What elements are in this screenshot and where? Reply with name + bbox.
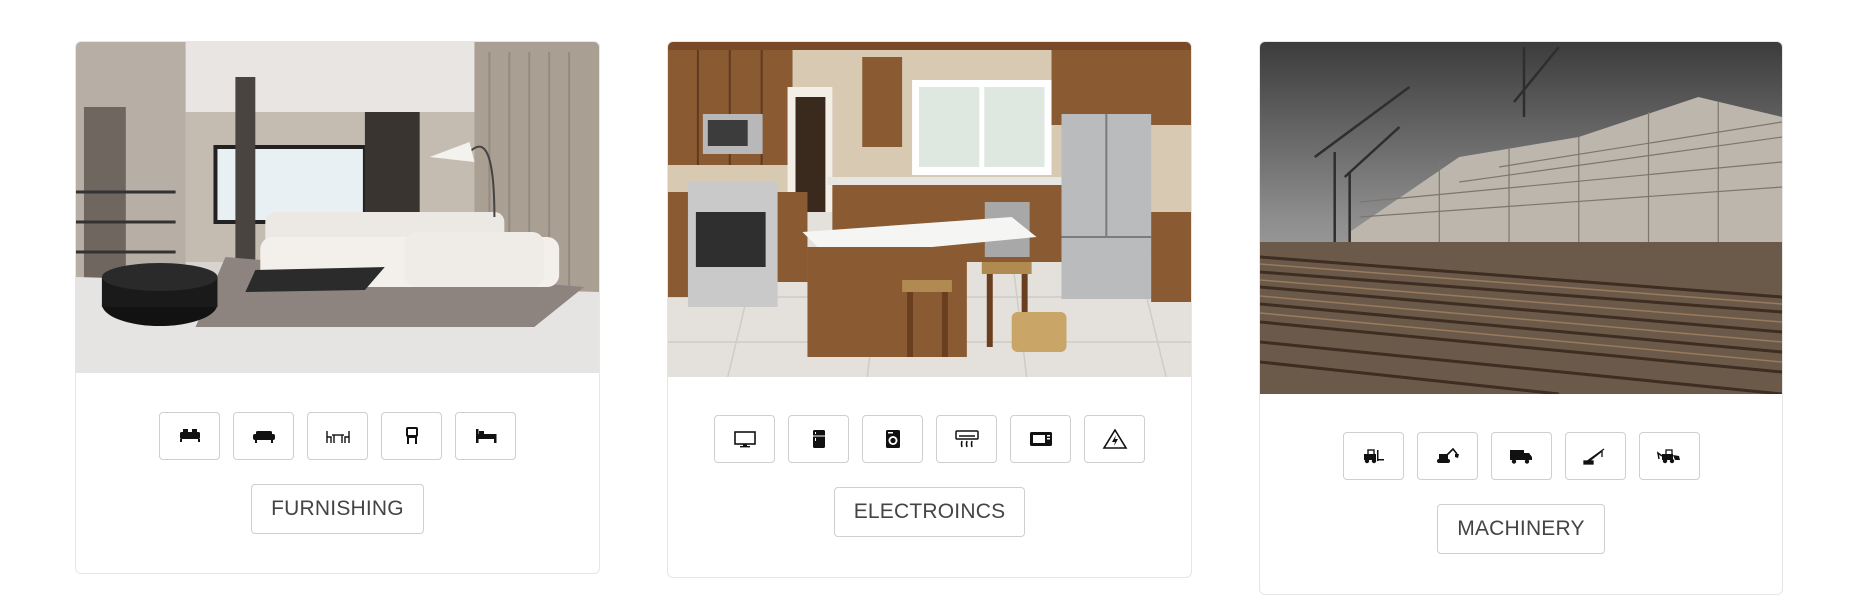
chair-icon[interactable]	[381, 412, 442, 460]
crane-icon[interactable]	[1564, 432, 1626, 480]
backhoe-loader-icon[interactable]	[1638, 432, 1700, 480]
electrical-hazard-icon[interactable]	[1084, 415, 1145, 463]
construction-site-photo	[1260, 42, 1782, 394]
furnishing-card: FURNISHING	[75, 41, 600, 574]
double-bed-icon[interactable]	[159, 412, 220, 460]
washing-machine-icon[interactable]	[862, 415, 923, 463]
machinery-icon-row	[1260, 432, 1782, 480]
sofa-icon[interactable]	[233, 412, 294, 460]
kitchen-appliances-photo	[668, 42, 1191, 377]
furnishing-category-button[interactable]: FURNISHING	[251, 484, 424, 534]
dining-table-icon[interactable]	[307, 412, 368, 460]
living-room-photo	[76, 42, 599, 373]
electronics-icon-row	[668, 415, 1191, 463]
truck-icon[interactable]	[1490, 432, 1552, 480]
electronics-card: ELECTROINCS	[667, 41, 1192, 578]
single-bed-icon[interactable]	[455, 412, 516, 460]
excavator-icon[interactable]	[1416, 432, 1478, 480]
machinery-card: MACHINERY	[1259, 41, 1783, 595]
furnishing-icon-row	[76, 412, 599, 460]
microwave-icon[interactable]	[1010, 415, 1071, 463]
forklift-icon[interactable]	[1342, 432, 1404, 480]
air-conditioner-icon[interactable]	[936, 415, 997, 463]
electronics-category-button[interactable]: ELECTROINCS	[833, 487, 1026, 537]
machinery-category-button[interactable]: MACHINERY	[1437, 504, 1605, 554]
refrigerator-icon[interactable]	[788, 415, 849, 463]
tv-icon[interactable]	[714, 415, 775, 463]
